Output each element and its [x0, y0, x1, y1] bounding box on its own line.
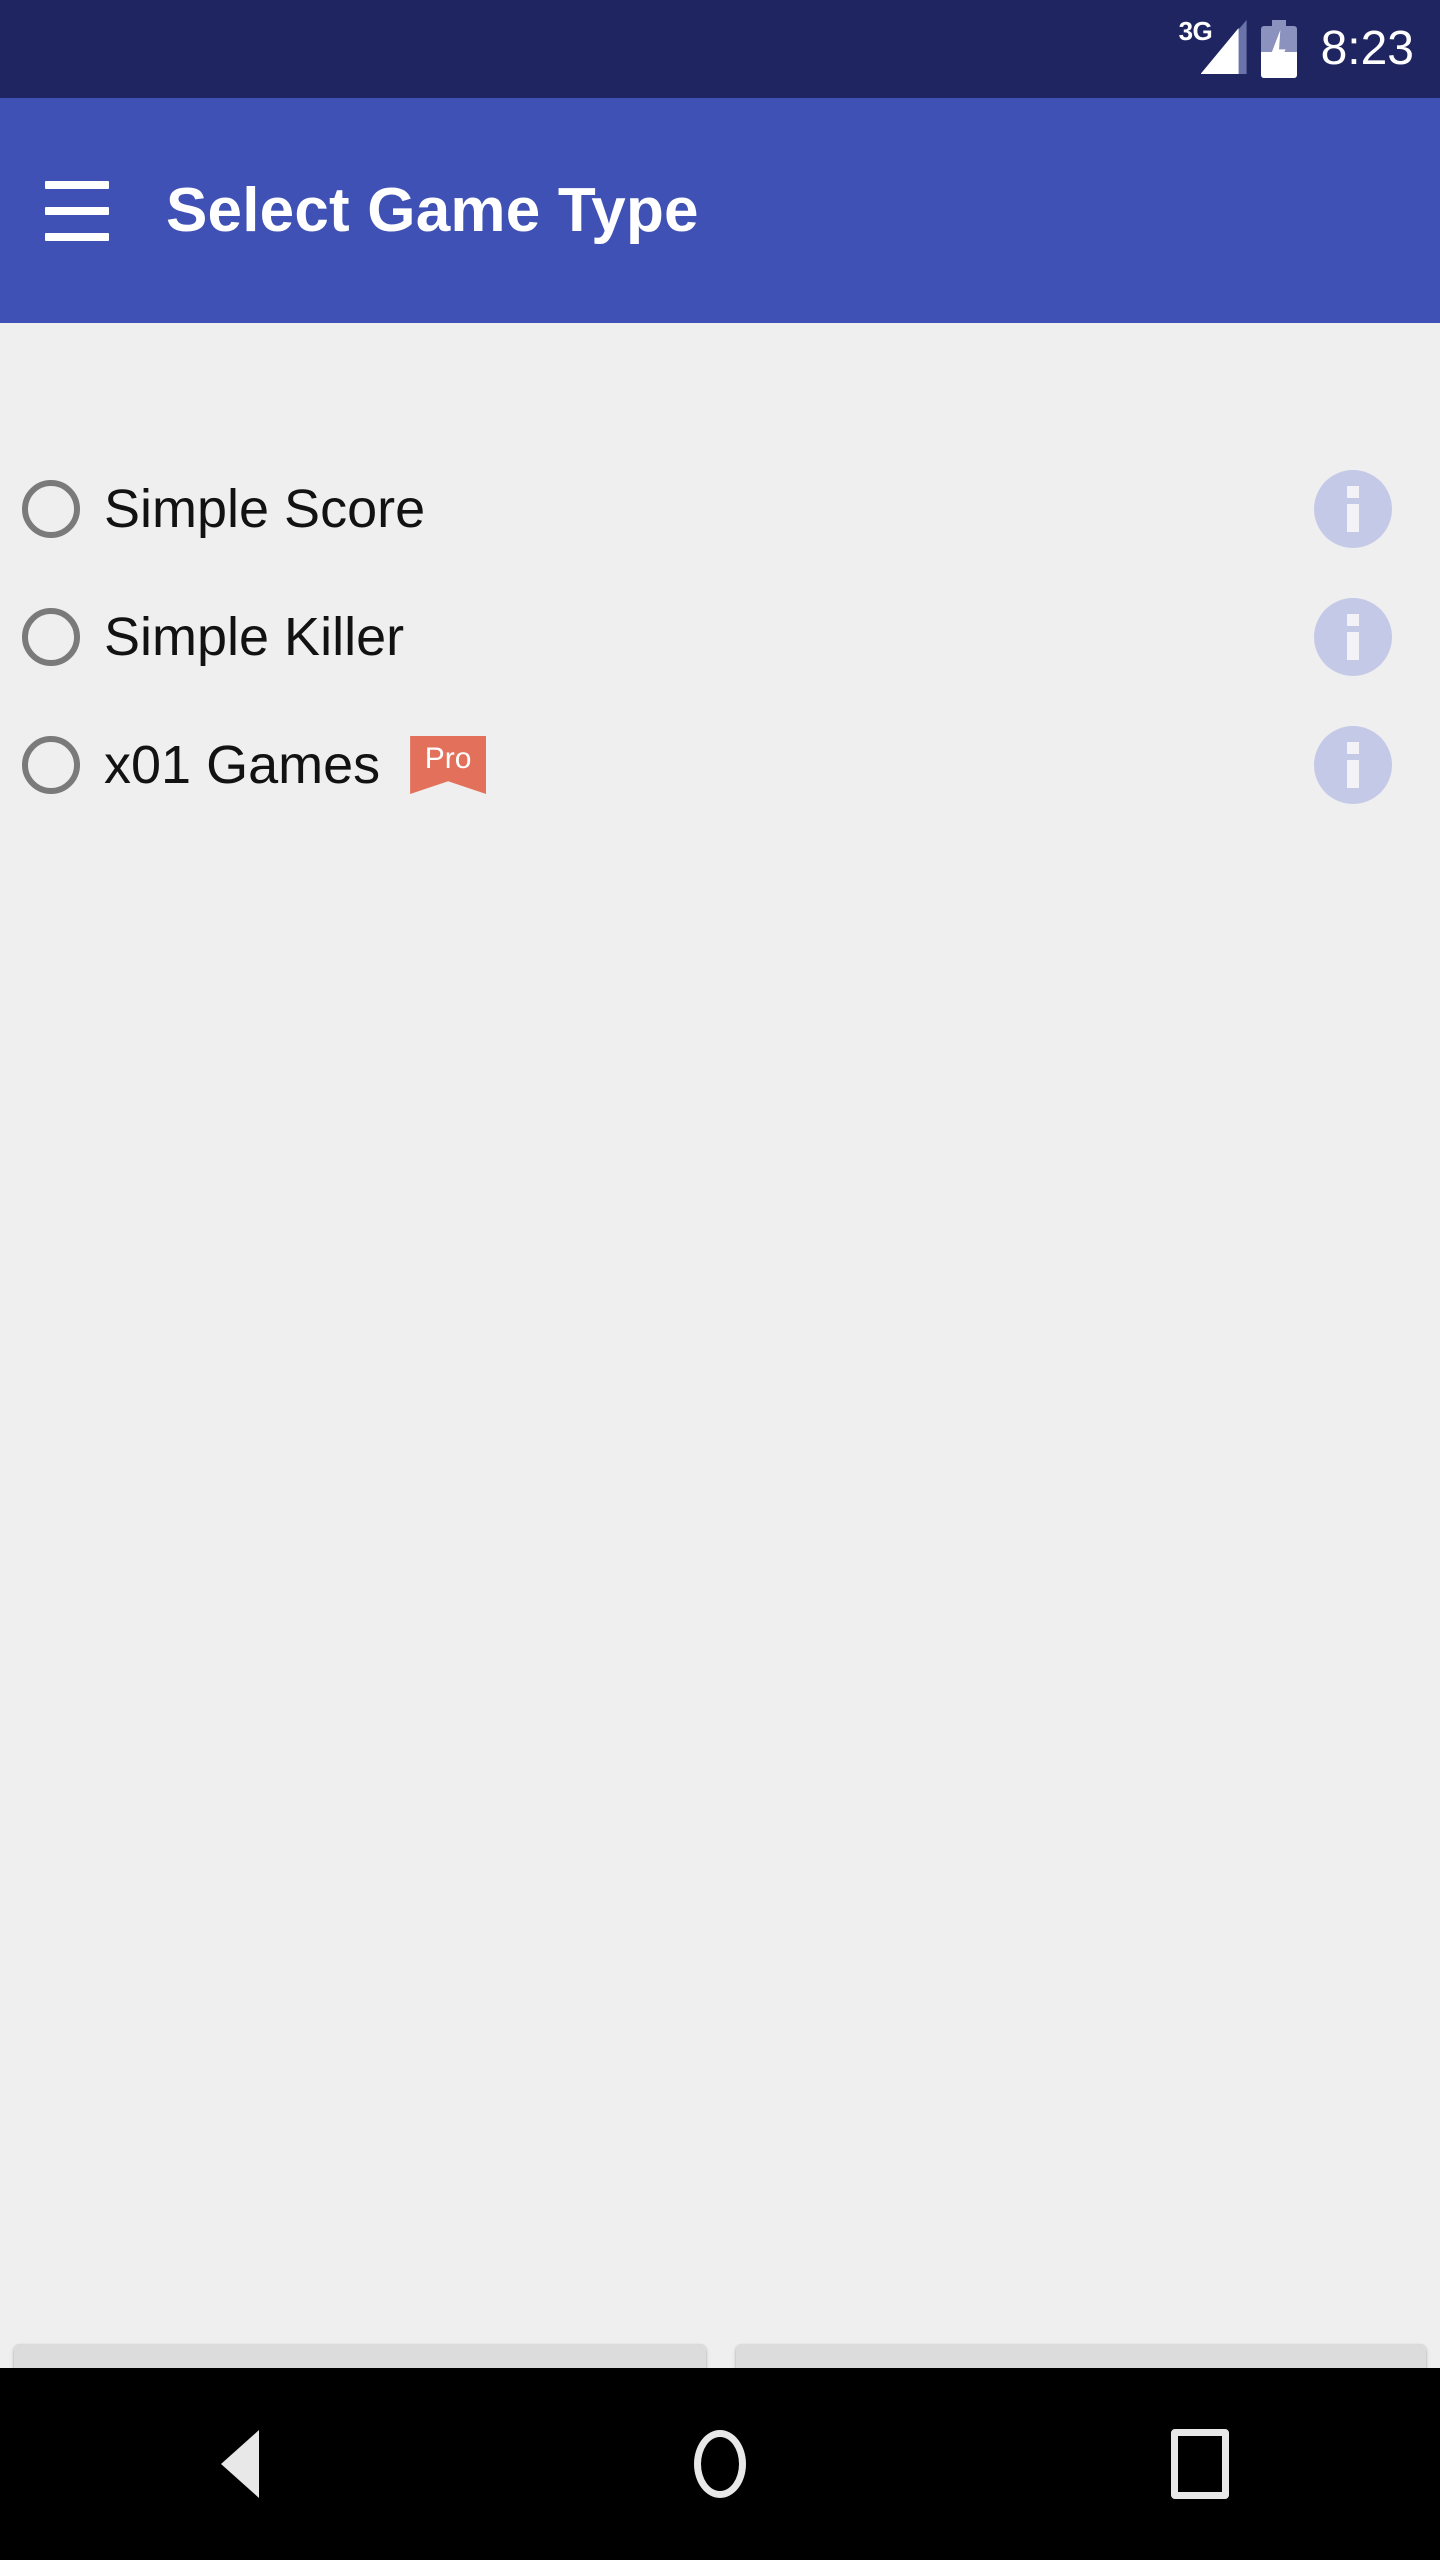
info-glyph-stem [1347, 632, 1359, 660]
info-icon-x01-games[interactable] [1314, 726, 1392, 804]
info-glyph-stem [1347, 760, 1359, 788]
page-title: Select Game Type [166, 175, 699, 245]
nav-home-shape [694, 2430, 746, 2498]
hamburger-bar-top [45, 180, 109, 189]
content-area: Simple Score Simple Killer x01 Games Pro [0, 323, 1440, 2462]
info-icon-simple-killer[interactable] [1314, 598, 1392, 676]
hamburger-bar-middle [45, 206, 109, 215]
signal-bars-icon: 3G [1178, 16, 1247, 78]
info-glyph-dot [1347, 486, 1359, 498]
info-glyph-dot [1347, 614, 1359, 626]
info-glyph-stem [1347, 504, 1359, 532]
pro-badge-icon: Pro [410, 736, 487, 794]
nav-back-triangle-icon[interactable] [140, 2368, 340, 2560]
pro-badge-label: Pro [424, 742, 472, 775]
nav-back-shape [221, 2430, 259, 2498]
game-type-radio-group: Simple Score Simple Killer x01 Games Pro [0, 445, 1440, 829]
info-icon-simple-score[interactable] [1314, 470, 1392, 548]
android-navigation-bar [0, 2368, 1440, 2560]
option-row-simple-score[interactable]: Simple Score [0, 445, 1440, 573]
option-label: Simple Score [104, 479, 426, 539]
nav-recents-shape [1171, 2429, 1229, 2499]
option-row-simple-killer[interactable]: Simple Killer [0, 573, 1440, 701]
network-type-label: 3G [1178, 16, 1213, 46]
option-row-x01-games[interactable]: x01 Games Pro [0, 701, 1440, 829]
info-glyph [1347, 486, 1359, 532]
option-label: x01 Games [104, 735, 381, 795]
radio-button-x01-games[interactable] [22, 736, 80, 794]
info-glyph-dot [1347, 742, 1359, 754]
radio-button-simple-score[interactable] [22, 480, 80, 538]
radio-button-simple-killer[interactable] [22, 608, 80, 666]
info-glyph [1347, 614, 1359, 660]
hamburger-bar-bottom [45, 232, 109, 241]
option-label: Simple Killer [104, 607, 405, 667]
info-glyph [1347, 742, 1359, 788]
app-bar: Select Game Type [0, 98, 1440, 323]
battery-charging-icon [1260, 20, 1297, 78]
nav-home-circle-icon[interactable] [620, 2368, 820, 2560]
status-bar: 3G 8:23 [0, 0, 1440, 98]
nav-recents-square-icon[interactable] [1100, 2368, 1300, 2560]
status-clock: 8:23 [1320, 22, 1414, 75]
hamburger-menu-icon[interactable] [22, 156, 132, 266]
